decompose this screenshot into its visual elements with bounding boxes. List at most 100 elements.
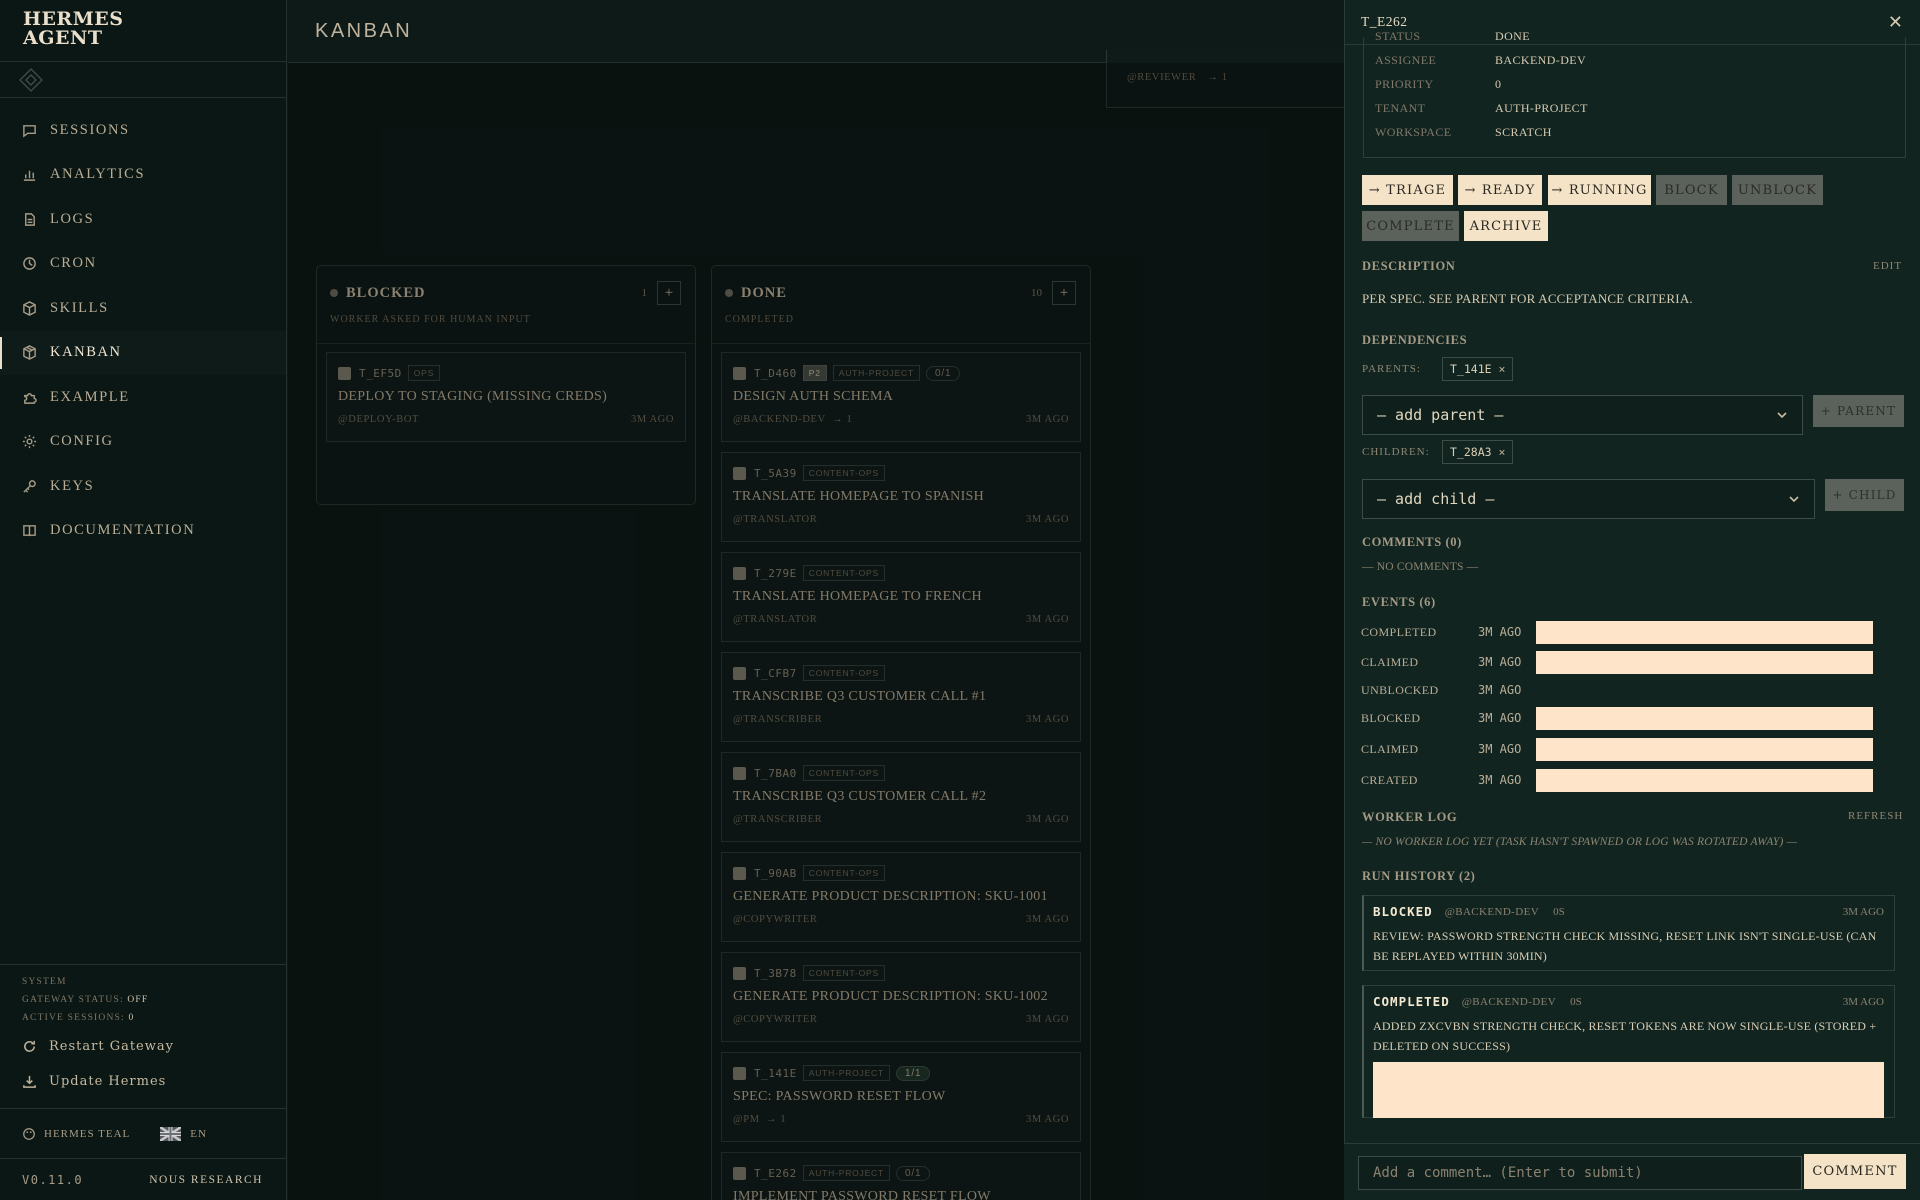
chevron-down-icon bbox=[1777, 412, 1787, 419]
parent-chip[interactable]: T_141E × bbox=[1442, 357, 1514, 381]
add-child-select[interactable]: — add child — bbox=[1362, 479, 1815, 519]
sidebar-item-keys[interactable]: KEYS bbox=[0, 464, 286, 509]
event-name: CREATED bbox=[1361, 772, 1418, 787]
file-icon bbox=[25, 212, 35, 226]
gateway-status-value: OFF bbox=[127, 995, 149, 1005]
add-parent-button[interactable]: + PARENT bbox=[1813, 395, 1904, 427]
refresh-worker-log-link[interactable]: REFRESH bbox=[1848, 810, 1903, 822]
remove-icon[interactable]: × bbox=[1499, 445, 1506, 459]
sidebar-item-label: SESSIONS bbox=[50, 121, 130, 138]
meta-row-priority: PRIORITY 0 bbox=[1375, 72, 1905, 96]
event-payload-bar[interactable] bbox=[1536, 737, 1873, 761]
event-row: COMPLETED 3M AGO bbox=[1361, 620, 1873, 644]
brand-line-2: AGENT bbox=[23, 27, 103, 49]
unblock-button[interactable]: UNBLOCK bbox=[1732, 175, 1823, 205]
event-payload-bar[interactable] bbox=[1536, 650, 1873, 674]
run-assignee: @BACKEND-DEV bbox=[1461, 995, 1557, 1008]
add-parent-value: — add parent — bbox=[1377, 406, 1504, 424]
puzzle-icon bbox=[24, 392, 37, 404]
parents-label: PARENTS: bbox=[1362, 363, 1421, 375]
sidebar-item-label: LOGS bbox=[50, 210, 95, 227]
brand-logo[interactable]: HERMES AGENT bbox=[0, 0, 286, 62]
sidebar-item-documentation[interactable]: DOCUMENTATION bbox=[0, 509, 286, 554]
event-time: 3M AGO bbox=[1478, 655, 1522, 669]
child-chip-label: T_28A3 bbox=[1450, 445, 1492, 459]
event-name: BLOCKED bbox=[1361, 710, 1421, 725]
sidebar-item-config[interactable]: CONFIG bbox=[0, 420, 286, 465]
org-link[interactable]: NOUS RESEARCH bbox=[149, 1174, 263, 1186]
event-name: COMPLETED bbox=[1361, 624, 1437, 639]
comment-input[interactable] bbox=[1358, 1156, 1802, 1190]
meta-value: 0 bbox=[1495, 76, 1502, 91]
meta-row-workspace: WORKSPACE SCRATCH bbox=[1375, 120, 1905, 144]
add-child-button[interactable]: + CHILD bbox=[1825, 479, 1904, 511]
sidebar-item-logs[interactable]: LOGS bbox=[0, 197, 286, 242]
sidebar-item-kanban[interactable]: KANBAN bbox=[0, 331, 286, 376]
sidebar-item-label: EXAMPLE bbox=[50, 388, 130, 405]
sidebar-item-label: DOCUMENTATION bbox=[50, 522, 196, 539]
page-title: KANBAN bbox=[315, 19, 413, 42]
sidebar-item-example[interactable]: EXAMPLE bbox=[0, 375, 286, 420]
theme-picker[interactable]: HERMES TEAL bbox=[22, 1127, 130, 1141]
remove-icon[interactable]: × bbox=[1499, 362, 1506, 376]
event-name: UNBLOCKED bbox=[1361, 682, 1439, 697]
sidebar-item-label: KANBAN bbox=[50, 344, 122, 361]
run-output-block[interactable] bbox=[1373, 1062, 1884, 1118]
event-payload-bar[interactable] bbox=[1536, 620, 1873, 644]
run-summary: ADDED ZXCVBN STRENGTH CHECK, RESET TOKEN… bbox=[1373, 1019, 1877, 1053]
running-button[interactable]: → RUNNING bbox=[1548, 175, 1651, 205]
chevron-down-icon bbox=[1789, 496, 1799, 503]
meta-key: ASSIGNEE bbox=[1375, 52, 1437, 67]
overlay-backdrop[interactable] bbox=[288, 63, 1344, 1200]
block-button[interactable]: BLOCK bbox=[1656, 175, 1727, 205]
emblem-icon bbox=[19, 67, 43, 92]
uk-flag-icon bbox=[160, 1126, 182, 1141]
event-row: CREATED 3M AGO bbox=[1361, 768, 1873, 792]
sidebar-item-label: CONFIG bbox=[50, 433, 114, 450]
archive-button[interactable]: ARCHIVE bbox=[1464, 211, 1548, 241]
sidebar-item-analytics[interactable]: ANALYTICS bbox=[0, 153, 286, 198]
theme-name: HERMES TEAL bbox=[44, 1127, 131, 1140]
triage-button[interactable]: → TRIAGE bbox=[1362, 175, 1453, 205]
comments-label: COMMENTS (0) bbox=[1362, 535, 1462, 549]
run-assignee: @BACKEND-DEV bbox=[1444, 905, 1540, 918]
worker-log-label: WORKER LOG bbox=[1362, 810, 1458, 824]
theme-row: HERMES TEAL EN bbox=[0, 1108, 287, 1158]
active-sessions-label: ACTIVE SESSIONS: bbox=[22, 1013, 125, 1023]
run-duration: 0S bbox=[1570, 995, 1582, 1008]
event-name: CLAIMED bbox=[1361, 741, 1419, 756]
sidebar-item-cron[interactable]: CRON bbox=[0, 242, 286, 287]
run-time: 3M AGO bbox=[1842, 995, 1884, 1008]
ready-button[interactable]: → READY bbox=[1458, 175, 1542, 205]
sidebar-item-skills[interactable]: SKILLS bbox=[0, 286, 286, 331]
meta-key: STATUS bbox=[1375, 28, 1421, 43]
comment-button[interactable]: COMMENT bbox=[1804, 1154, 1906, 1189]
meta-row-status: STATUS DONE bbox=[1375, 24, 1905, 48]
version-label: V0.11.0 bbox=[22, 1172, 84, 1187]
update-hermes-label: Update Hermes bbox=[49, 1074, 167, 1089]
update-hermes-button[interactable]: Update Hermes bbox=[22, 1064, 287, 1099]
children-label: CHILDREN: bbox=[1362, 446, 1430, 458]
meta-key: PRIORITY bbox=[1375, 76, 1434, 91]
description-label: DESCRIPTION bbox=[1362, 259, 1456, 273]
restart-gateway-button[interactable]: Restart Gateway bbox=[22, 1029, 287, 1064]
gear-icon bbox=[22, 435, 37, 449]
gateway-status: GATEWAY STATUS: OFF bbox=[22, 991, 287, 1009]
event-row: UNBLOCKED 3M AGO bbox=[1361, 679, 1533, 701]
brand-emblem-row bbox=[0, 62, 286, 98]
sidebar-item-sessions[interactable]: SESSIONS bbox=[0, 108, 286, 153]
parent-chip-label: T_141E bbox=[1450, 362, 1492, 376]
event-payload-bar[interactable] bbox=[1536, 706, 1873, 730]
complete-button[interactable]: COMPLETE bbox=[1362, 211, 1459, 241]
palette-icon bbox=[23, 1127, 35, 1140]
language-picker[interactable]: EN bbox=[160, 1126, 207, 1141]
add-parent-select[interactable]: — add parent — bbox=[1362, 395, 1803, 435]
child-chip[interactable]: T_28A3 × bbox=[1442, 440, 1514, 464]
edit-description-link[interactable]: EDIT bbox=[1873, 260, 1902, 272]
meta-row-assignee: ASSIGNEE BACKEND-DEV bbox=[1375, 48, 1905, 72]
meta-value: BACKEND-DEV bbox=[1495, 52, 1587, 67]
sidebar-nav: SESSIONS ANALYTICS LOGS CRON SKILLS KANB… bbox=[0, 98, 286, 553]
sidebar-item-label: KEYS bbox=[50, 477, 95, 494]
event-payload-bar[interactable] bbox=[1536, 768, 1873, 792]
key-icon bbox=[23, 479, 36, 493]
